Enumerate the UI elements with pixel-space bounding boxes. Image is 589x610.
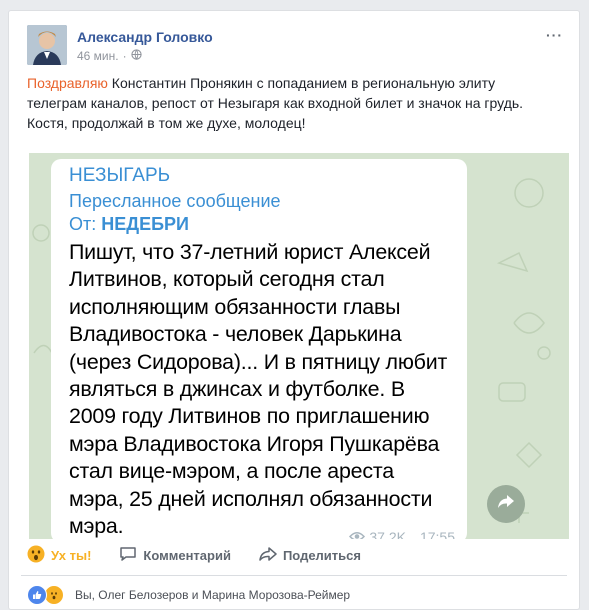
- like-reaction-icon: [27, 585, 47, 605]
- post-actions: Ух ты! Комментарий Поделиться: [27, 542, 563, 568]
- post-text-highlight[interactable]: Поздравляю: [27, 75, 108, 91]
- share-arrow-icon: [259, 546, 277, 565]
- telegram-forwarded-from: От: НЕДЕБРИ: [69, 214, 453, 235]
- telegram-message: НЕЗЫГАРЬ Пересланное сообщение От: НЕДЕБ…: [51, 159, 467, 539]
- globe-icon[interactable]: [130, 49, 142, 63]
- telegram-message-stats: 37.2K 17:55: [349, 529, 455, 539]
- reaction-icons: [27, 585, 64, 605]
- attached-screenshot[interactable]: НЕЗЫГАРЬ Пересланное сообщение От: НЕДЕБ…: [29, 153, 569, 539]
- share-button[interactable]: Поделиться: [259, 546, 361, 565]
- post-text: Поздравляю Константин Пронякин с попадан…: [27, 73, 557, 133]
- telegram-views: 37.2K: [369, 529, 406, 539]
- more-options-button[interactable]: ···: [546, 27, 563, 43]
- comment-button[interactable]: Комментарий: [119, 546, 231, 565]
- wow-reaction-button[interactable]: Ух ты!: [27, 545, 91, 566]
- author-avatar[interactable]: [27, 25, 67, 65]
- telegram-from-prefix: От:: [69, 214, 102, 234]
- comment-label: Комментарий: [143, 547, 231, 563]
- reactions-summary[interactable]: Вы, Олег Белозеров и Марина Морозова-Рей…: [27, 585, 350, 605]
- wow-reaction-label: Ух ты!: [51, 547, 92, 563]
- eye-icon: [349, 529, 366, 539]
- reactions-divider: [21, 575, 567, 576]
- reactions-names[interactable]: Вы, Олег Белозеров и Марина Морозова-Рей…: [75, 588, 350, 602]
- telegram-from-name: НЕДЕБРИ: [101, 214, 189, 234]
- telegram-share-button[interactable]: [487, 485, 525, 523]
- facebook-post: Александр Головко 46 мин. · ··· Поздравл…: [8, 10, 580, 610]
- post-time[interactable]: 46 мин.: [77, 49, 119, 63]
- post-meta: 46 мин. ·: [77, 49, 142, 63]
- wow-emoji-icon: [27, 545, 45, 566]
- author-name[interactable]: Александр Головко: [77, 29, 213, 45]
- telegram-time: 17:55: [419, 529, 455, 539]
- comment-icon: [119, 546, 137, 565]
- wow-reaction-icon: [44, 585, 64, 605]
- telegram-message-body: Пишут, что 37-летний юрист Алексей Литви…: [69, 240, 448, 539]
- share-label: Поделиться: [282, 547, 361, 563]
- forward-arrow-icon: [497, 494, 515, 515]
- telegram-forwarded-label: Пересланное сообщение: [69, 191, 281, 211]
- telegram-channel-name: НЕЗЫГАРЬ: [69, 165, 171, 186]
